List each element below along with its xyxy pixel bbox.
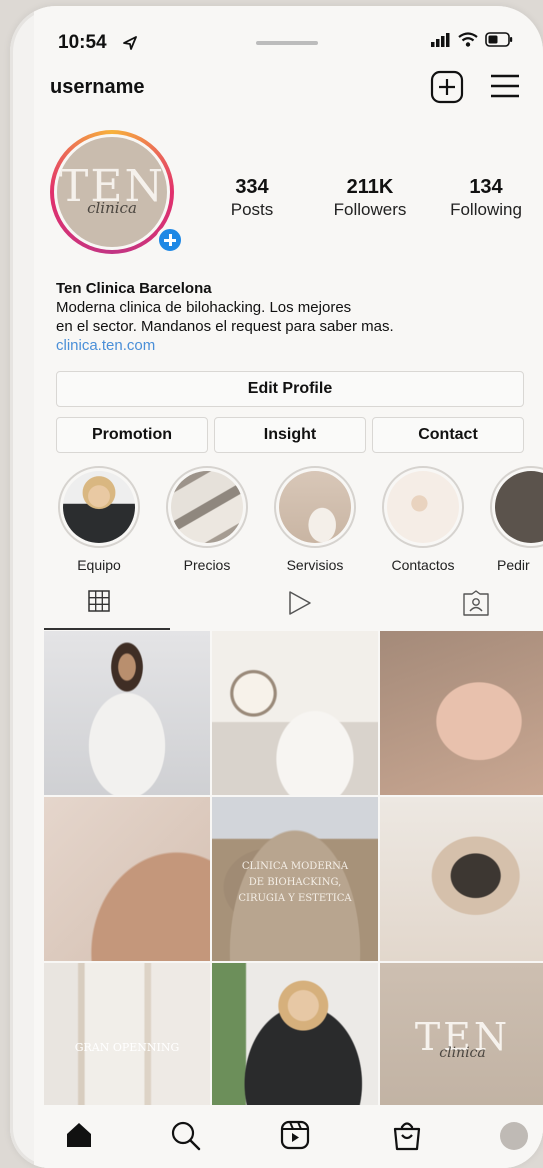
posts-count: 334 xyxy=(235,176,269,198)
following-count: 134 xyxy=(469,176,503,198)
highlight-equipo[interactable] xyxy=(58,466,140,548)
avatar-logo: TEN clinica xyxy=(57,137,167,247)
post-1[interactable] xyxy=(44,631,210,795)
followers-label: Followers xyxy=(333,200,407,219)
battery-icon xyxy=(485,32,513,47)
contact-button[interactable]: Contact xyxy=(372,417,524,453)
highlight-pedir[interactable] xyxy=(490,466,543,548)
highlight-label-pedir: Pedir xyxy=(497,557,530,573)
menu-icon[interactable] xyxy=(490,73,520,99)
avatar-logo-script: clinica xyxy=(87,199,137,217)
new-post-icon[interactable] xyxy=(430,70,464,104)
home-icon[interactable] xyxy=(64,1120,94,1150)
stat-posts[interactable]: 334 Posts xyxy=(220,176,284,220)
following-label: Following xyxy=(450,200,522,219)
speaker-notch xyxy=(256,41,318,45)
post-8[interactable] xyxy=(212,963,378,1105)
bottom-nav xyxy=(34,1106,543,1168)
location-arrow-icon xyxy=(123,36,137,50)
highlight-label-contactos: Contactos xyxy=(391,557,455,573)
bio-link[interactable]: clinica.ten.com xyxy=(56,336,526,355)
highlight-label-equipo: Equipo xyxy=(77,557,121,573)
highlight-label-precios: Precios xyxy=(183,557,231,573)
tagged-icon[interactable] xyxy=(462,590,490,616)
posts-label: Posts xyxy=(230,200,274,219)
phone-frame: 10:54 username TEN clinica 334 Posts 211… xyxy=(10,6,543,1168)
search-icon[interactable] xyxy=(170,1120,202,1152)
username[interactable]: username xyxy=(50,76,145,99)
status-icons xyxy=(431,32,513,47)
reels-icon[interactable] xyxy=(280,1120,310,1150)
profile-name: Ten Clinica Barcelona xyxy=(56,280,212,297)
profile-header: username xyxy=(34,70,543,106)
post-7-overlay-text: GRAN OPENNING xyxy=(74,1041,180,1054)
highlight-precios[interactable] xyxy=(166,466,248,548)
post-5-overlay-text: CLINICA MODERNA DE BIOHACKING, CIRUGIA Y… xyxy=(238,861,352,904)
post-9[interactable]: TEN clinica xyxy=(380,963,543,1105)
add-story-icon[interactable] xyxy=(156,226,184,254)
insight-button[interactable]: Insight xyxy=(214,417,366,453)
promotion-button[interactable]: Promotion xyxy=(56,417,208,453)
post-5[interactable]: CLINICA MODERNA DE BIOHACKING, CIRUGIA Y… xyxy=(212,797,378,961)
profile-bio: Ten Clinica Barcelona Moderna clinica de… xyxy=(56,279,526,355)
play-icon[interactable] xyxy=(288,590,312,616)
profile-icon[interactable] xyxy=(500,1122,528,1150)
post-3[interactable] xyxy=(380,631,543,795)
grid-icon[interactable] xyxy=(88,590,110,612)
profile-screen: 10:54 username TEN clinica 334 Posts 211… xyxy=(34,6,543,1168)
status-time: 10:54 xyxy=(58,32,107,53)
post-4[interactable] xyxy=(44,797,210,961)
profile-avatar[interactable]: TEN clinica xyxy=(50,130,174,254)
status-bar: 10:54 xyxy=(34,28,543,56)
signal-icon xyxy=(431,32,450,47)
bio-line-1: Moderna clinica de bilohacking. Los mejo… xyxy=(56,299,352,316)
shop-icon[interactable] xyxy=(392,1120,422,1152)
post-9-logo-script: clinica xyxy=(439,1045,486,1061)
post-2[interactable] xyxy=(212,631,378,795)
wifi-icon xyxy=(458,32,478,47)
highlight-label-servisios: Servisios xyxy=(286,557,344,573)
post-7[interactable]: GRAN OPENNING xyxy=(44,963,210,1105)
stat-following[interactable]: 134 Following xyxy=(440,176,532,220)
edit-profile-button[interactable]: Edit Profile xyxy=(56,371,524,407)
followers-count: 211K xyxy=(346,176,394,198)
bio-line-2: en el sector. Mandanos el request para s… xyxy=(56,318,394,335)
highlight-servisios[interactable] xyxy=(274,466,356,548)
post-grid: CLINICA MODERNA DE BIOHACKING, CIRUGIA Y… xyxy=(44,631,543,1105)
post-6[interactable] xyxy=(380,797,543,961)
stat-followers[interactable]: 211K Followers xyxy=(322,176,418,220)
tab-underline-grid xyxy=(44,628,170,630)
highlight-contactos[interactable] xyxy=(382,466,464,548)
